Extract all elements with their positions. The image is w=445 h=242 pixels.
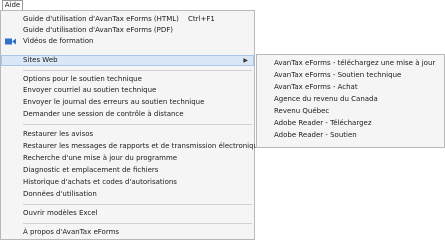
menu-item-label: Options pour le soutien technique	[23, 75, 142, 83]
submenu-item-label: AvanTax eForms - Soutien technique	[274, 71, 402, 79]
menu-item-websites[interactable]: Sites Web ▶	[1, 55, 254, 66]
menu-item-label: Envoyer courriel au soutien technique	[23, 86, 157, 94]
menu-item-label: Vidéos de formation	[23, 37, 94, 45]
menu-item-label: Demander une session de contrôle à dista…	[23, 110, 184, 118]
menu-item-training-videos[interactable]: Vidéos de formation	[1, 36, 254, 47]
menu-item-usage-data[interactable]: Données d'utilisation	[1, 189, 254, 200]
video-icon	[5, 38, 16, 45]
menu-item-check-update[interactable]: Recherche d'une mise à jour du programme	[1, 153, 254, 164]
submenu-item-purchase[interactable]: AvanTax eForms - Achat	[257, 82, 444, 93]
menu-item-user-guide-html[interactable]: Guide d'utilisation d'AvanTax eForms (HT…	[1, 14, 254, 25]
chevron-right-icon: ▶	[243, 57, 248, 64]
menu-separator	[23, 70, 252, 71]
menu-item-label: Guide d'utilisation d'AvanTax eForms (HT…	[23, 15, 179, 23]
menu-item-about[interactable]: À propos d'AvanTax eForms	[1, 227, 254, 238]
submenu-item-adobe-support[interactable]: Adobe Reader - Soutien	[257, 130, 444, 141]
submenu-item-technical-support[interactable]: AvanTax eForms - Soutien technique	[257, 70, 444, 81]
menu-item-label: Ouvrir modèles Excel	[23, 209, 98, 217]
menu-item-label: Sites Web	[23, 56, 58, 64]
submenu-item-label: Adobe Reader - Téléchargez	[274, 119, 372, 127]
submenu-item-label: AvanTax eForms - téléchargez une mise à …	[274, 59, 436, 67]
menu-item-label: Envoyer le journal des erreurs au soutie…	[23, 98, 205, 106]
menu-separator	[23, 204, 252, 205]
menu-item-email-support[interactable]: Envoyer courriel au soutien technique	[1, 85, 254, 96]
menu-item-label: À propos d'AvanTax eForms	[23, 228, 120, 236]
menu-item-label: Historique d'achats et codes d'autorisat…	[23, 178, 177, 186]
menu-separator	[23, 124, 252, 125]
menu-item-user-guide-pdf[interactable]: Guide d'utilisation d'AvanTax eForms (PD…	[1, 25, 254, 36]
menu-item-label: Restaurer les avisos	[23, 130, 94, 138]
menu-item-support-options[interactable]: Options pour le soutien technique	[1, 74, 254, 85]
menu-aide[interactable]: Aide	[2, 0, 23, 10]
menu-item-purchase-history[interactable]: Historique d'achats et codes d'autorisat…	[1, 177, 254, 188]
submenu-item-label: Agence du revenu du Canada	[274, 95, 378, 103]
menu-item-open-excel-templates[interactable]: Ouvrir modèles Excel	[1, 208, 254, 219]
menu-separator	[23, 223, 252, 224]
menu-item-label: Recherche d'une mise à jour du programme	[23, 154, 178, 162]
menu-item-label: Guide d'utilisation d'AvanTax eForms (PD…	[23, 26, 174, 34]
submenu-item-label: Revenu Québec	[274, 107, 330, 115]
menu-item-restore-report-messages[interactable]: Restaurer les messages de rapports et de…	[1, 141, 262, 152]
menu-item-label: Restaurer les messages de rapports et de…	[23, 142, 263, 150]
submenu-item-revenu-quebec[interactable]: Revenu Québec	[257, 106, 444, 117]
menu-item-label: Données d'utilisation	[23, 190, 97, 198]
websites-submenu: AvanTax eForms - téléchargez une mise à …	[256, 54, 445, 148]
submenu-item-cra[interactable]: Agence du revenu du Canada	[257, 94, 444, 105]
submenu-item-label: AvanTax eForms - Achat	[274, 83, 358, 91]
help-dropdown-menu: Guide d'utilisation d'AvanTax eForms (HT…	[0, 10, 262, 240]
menu-item-send-error-log[interactable]: Envoyer le journal des erreurs au soutie…	[1, 97, 254, 108]
menu-item-shortcut: Ctrl+F1	[188, 15, 215, 23]
menu-bar: Aide	[0, 0, 445, 10]
menu-item-remote-session[interactable]: Demander une session de contrôle à dista…	[1, 109, 254, 120]
submenu-item-adobe-download[interactable]: Adobe Reader - Téléchargez	[257, 118, 444, 129]
menu-item-label: Diagnostic et emplacement de fichiers	[23, 166, 159, 174]
menu-item-diagnostics[interactable]: Diagnostic et emplacement de fichiers	[1, 165, 254, 176]
submenu-item-download-update[interactable]: AvanTax eForms - téléchargez une mise à …	[257, 58, 444, 69]
submenu-item-label: Adobe Reader - Soutien	[274, 131, 357, 139]
menu-item-restore-notices[interactable]: Restaurer les avisos	[1, 129, 254, 140]
